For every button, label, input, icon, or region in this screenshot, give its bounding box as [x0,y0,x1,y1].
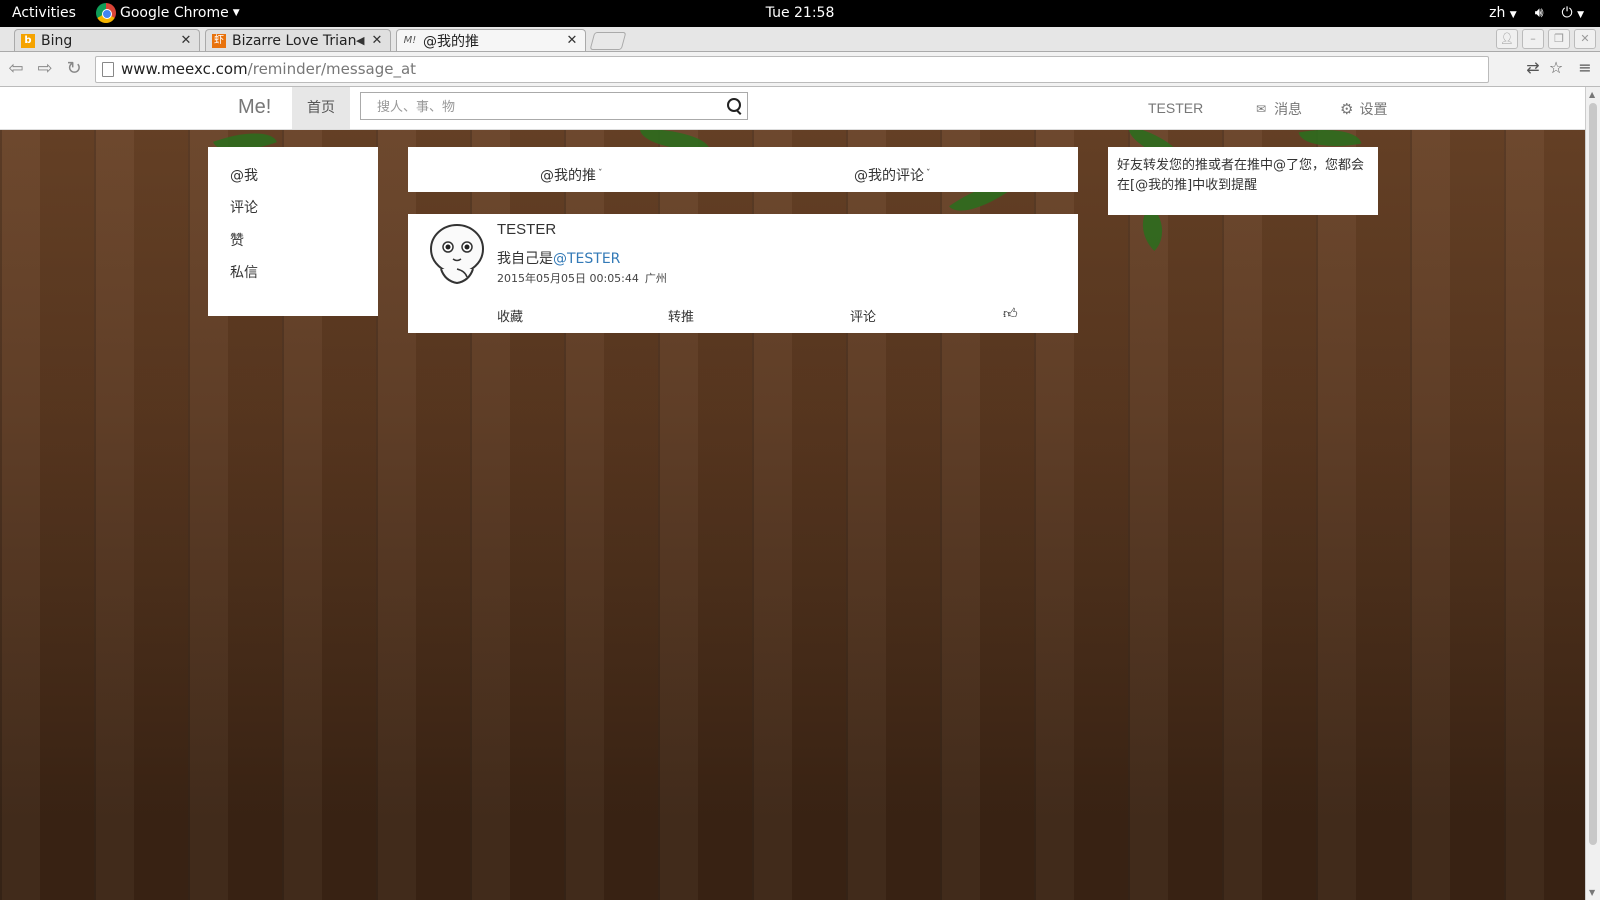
music-site-icon: 虾 [212,33,226,48]
post-card: TESTER 我自己是@TESTER 2015年05月05日 00:05:44 广… [408,214,1078,333]
nav-messages-label: 消息 [1274,102,1303,118]
activities-button[interactable]: Activities [12,5,76,21]
meexc-icon: M! [403,34,417,46]
post-location: 广州 [644,272,667,285]
site-navbar: Me! 首页 TESTER ✉ 消息 ⚙ 设置 [0,87,1585,130]
page-scrollbar[interactable]: ▲ ▼ [1585,87,1600,900]
nav-messages[interactable]: ✉ 消息 [1256,99,1302,119]
post-time: 2015年05月05日 00:05:44 [497,272,639,285]
tab-title: Bizarre Love Trian [232,32,356,49]
forward-icon[interactable]: ⇨ [34,58,56,80]
power-icon[interactable]: ⏻ ▼ [1562,5,1584,21]
volume-icon[interactable]: 🔊︎ [1535,5,1544,21]
avatar[interactable] [427,223,487,285]
chevron-down-icon: ˇ [598,169,603,179]
close-tab-icon[interactable]: ✕ [565,33,579,48]
side-item-private-messages[interactable]: 私信 [230,262,258,282]
search-icon[interactable] [727,98,741,112]
tab-strip: b Bing ✕ 虾 Bizarre Love Trian ◀︎ ✕ M! @我… [0,27,1600,52]
url-text: www.meexc.com/reminder/message_at [121,57,416,82]
chevron-down-icon: ▼ [1509,10,1517,20]
minimize-icon[interactable]: – [1522,29,1544,49]
bing-icon: b [21,33,35,48]
scroll-down-icon[interactable]: ▼ [1589,888,1595,897]
menu-icon[interactable]: ≡ [1574,58,1596,77]
back-icon[interactable]: ⇦ [5,58,27,80]
nav-user[interactable]: TESTER [1148,100,1203,116]
favorite-button[interactable]: 收藏 [497,306,523,325]
tab-my-comments-label: @我的评论 [854,168,924,184]
app-name: Google Chrome [120,5,229,21]
page-icon [102,62,114,77]
tab-my-posts-dropdown[interactable]: @我的推 ˇ [540,165,603,185]
tab-bizarre-love[interactable]: 虾 Bizarre Love Trian ◀︎ ✕ [205,29,391,51]
translate-icon[interactable]: ⇄ [1522,58,1544,77]
url-path: /reminder/message_at [247,60,417,78]
url-host: www.meexc.com [121,60,248,78]
language-label: zh [1489,5,1506,21]
page-viewport: Me! 首页 TESTER ✉ 消息 ⚙ 设置 @我 评论 赞 私信 @我的推ˇ… [0,87,1585,900]
search-input[interactable] [375,97,719,117]
gnome-top-bar: Activities Google Chrome ▼ Tue 21:58 zh … [0,0,1600,27]
search-box [360,92,748,120]
envelope-icon: ✉ [1256,102,1267,116]
post-username[interactable]: TESTER [497,221,556,238]
nav-home[interactable]: 首页 [292,87,350,129]
scroll-up-icon[interactable]: ▲ [1589,90,1595,99]
post-mention-link[interactable]: @TESTER [553,251,620,267]
language-indicator[interactable]: zh ▼ [1489,5,1517,21]
tab-my-posts-label: @我的推 [540,168,596,184]
tab-title: Bing [41,32,73,49]
close-tab-icon[interactable]: ✕ [370,33,384,48]
side-item-likes[interactable]: 赞 [230,230,244,250]
post-meta: 2015年05月05日 00:05:44 广州 [497,270,667,286]
tab-title: @我的推 [423,33,479,50]
nav-settings-label: 设置 [1359,102,1388,118]
profile-icon[interactable]: 👤︎ [1496,29,1518,49]
gear-icon: ⚙ [1340,100,1354,118]
tab-bing[interactable]: b Bing ✕ [14,29,200,51]
close-window-icon[interactable]: ✕ [1574,29,1596,49]
tab-my-comments-dropdown[interactable]: @我的评论 ˇ [854,165,931,185]
brand-logo[interactable]: Me! [238,96,271,119]
address-bar[interactable]: www.meexc.com/reminder/message_at [95,56,1489,83]
nav-settings[interactable]: ⚙ 设置 [1340,99,1387,119]
repost-button[interactable]: 转推 [668,306,694,325]
app-menu[interactable]: Google Chrome ▼ [96,3,240,23]
clock[interactable]: Tue 21:58 [766,5,835,21]
scrollbar-thumb[interactable] [1589,103,1597,845]
close-tab-icon[interactable]: ✕ [179,33,193,48]
maximize-icon[interactable]: ❐ [1548,29,1570,49]
mention-tabs: @我的推 ˇ @我的评论 ˇ [408,147,1078,192]
new-tab-button[interactable] [589,32,627,50]
post-text: 我自己是 [497,251,553,267]
chrome-icon [96,3,116,23]
reminder-tip: 好友转发您的推或者在推中@了您，您都会在[@我的推]中收到提醒 [1108,147,1378,215]
reminder-side-menu: @我 评论 赞 私信 [208,147,378,316]
chevron-down-icon: ▼ [232,8,240,18]
side-item-comments[interactable]: 评论 [230,197,258,217]
tab-my-posts[interactable]: M! @我的推 ✕ [396,29,586,51]
side-item-at-me[interactable]: @我 [230,165,258,185]
browser-toolbar: ⇦ ⇨ ↻ www.meexc.com/reminder/message_at … [0,52,1600,87]
comment-button[interactable]: 评论 [850,306,876,325]
bookmark-star-icon[interactable]: ☆ [1545,58,1567,77]
post-content: 我自己是@TESTER [497,248,620,268]
speaker-icon: ◀︎ [356,34,365,47]
chevron-down-icon: ˇ [926,169,931,179]
reload-icon[interactable]: ↻ [63,58,85,80]
thumbs-up-icon[interactable]: 👍︎ [1003,305,1018,322]
